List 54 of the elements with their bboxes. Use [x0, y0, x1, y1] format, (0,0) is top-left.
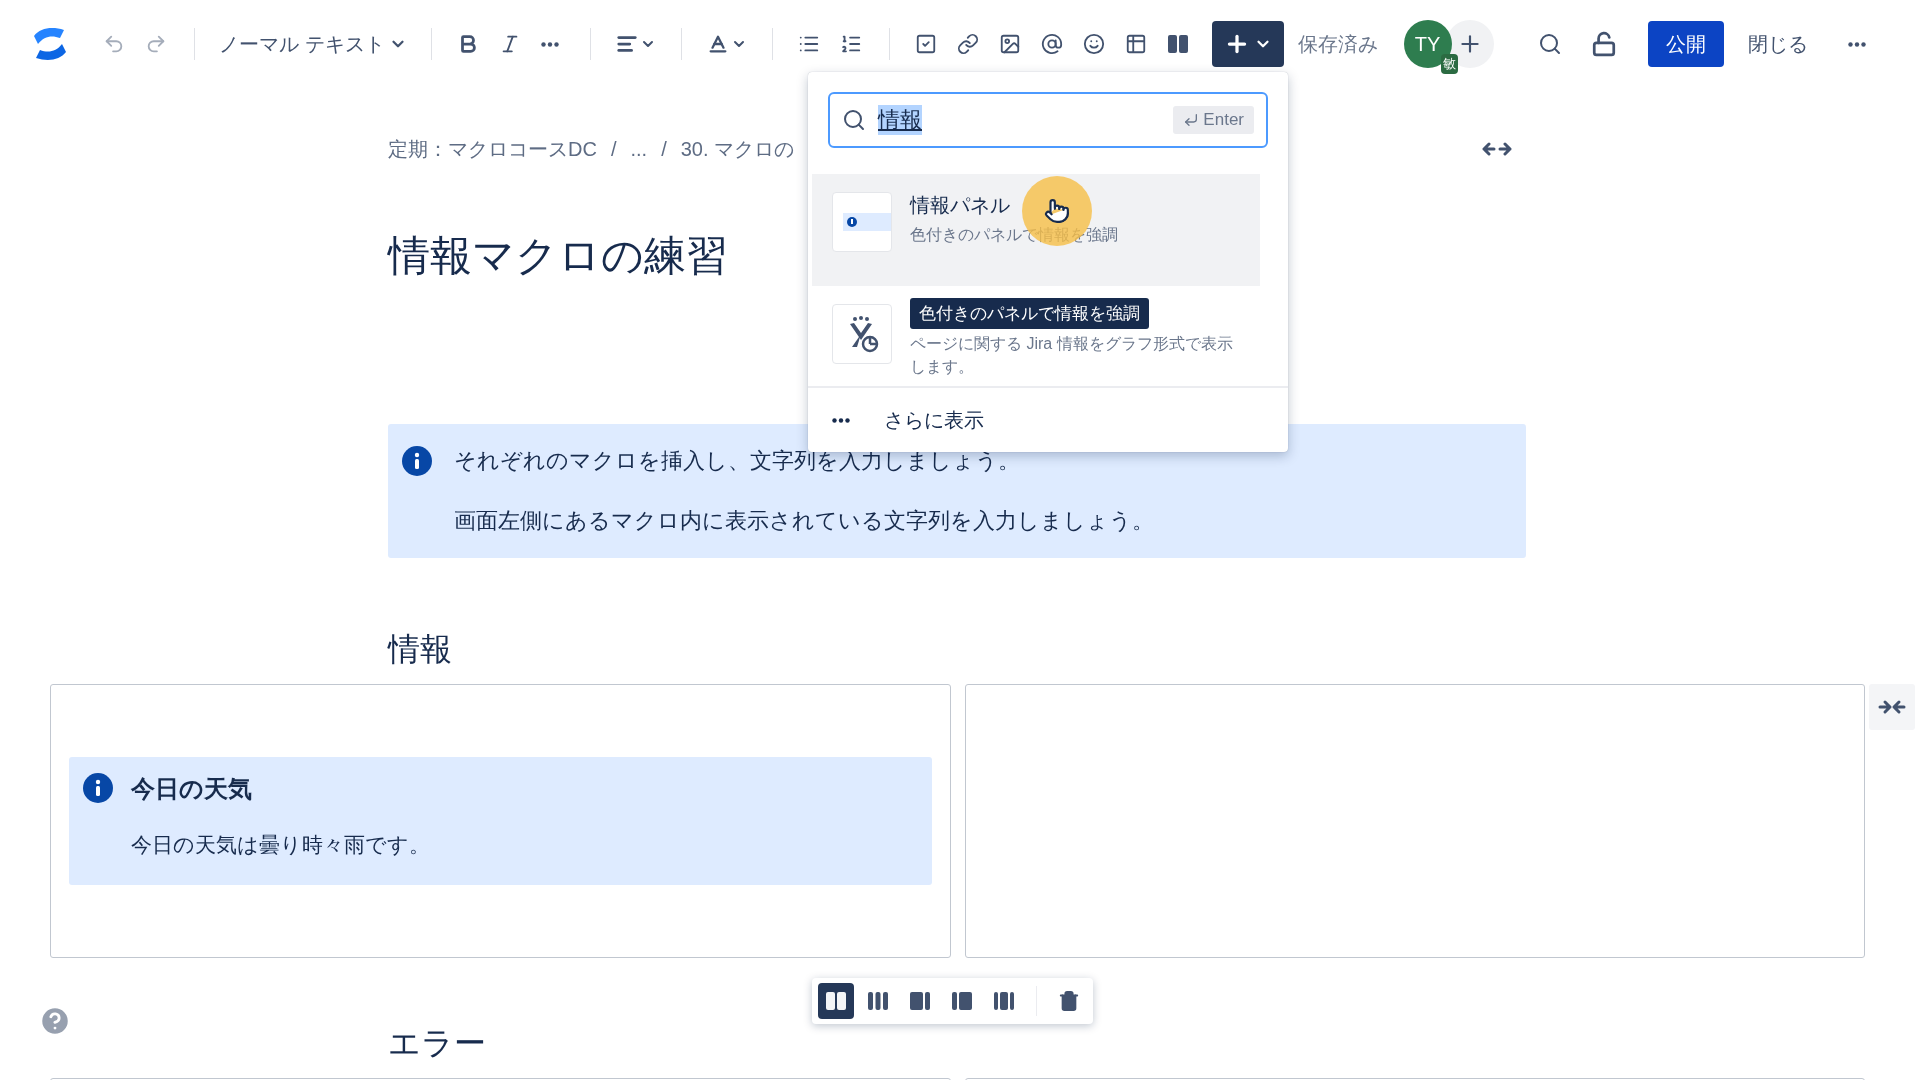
table-icon — [1124, 33, 1147, 55]
trash-icon — [1058, 990, 1080, 1012]
tooltip: 色付きのパネルで情報を強調 — [910, 298, 1149, 329]
layout-icon — [908, 989, 932, 1013]
item-description: ページに関する Jira 情報をグラフ形式で表示します。 — [910, 334, 1234, 378]
link-icon — [956, 33, 979, 55]
breadcrumb-link[interactable]: 30. マクロの — [680, 135, 795, 163]
layout-option[interactable] — [818, 983, 854, 1019]
insert-button[interactable] — [1211, 21, 1284, 67]
undo-icon — [103, 33, 125, 55]
breadcrumb-link[interactable]: 定期：マクロコースDC — [388, 135, 597, 163]
text-style-dropdown[interactable]: ノーマル テキスト — [211, 26, 415, 62]
avatar-badge: 敏 — [1440, 54, 1458, 74]
close-button[interactable]: 閉じる — [1735, 21, 1820, 67]
info-icon — [83, 773, 113, 803]
panel-text: 今日の天気は曇り時々雨です。 — [131, 832, 431, 858]
checkbox-icon — [914, 33, 937, 55]
columns-icon — [1166, 33, 1189, 55]
layout-icon — [824, 989, 848, 1013]
expand-width-icon[interactable] — [1482, 141, 1512, 157]
search-icon — [842, 108, 866, 132]
enter-hint: Enter — [1173, 106, 1254, 134]
align-icon — [615, 33, 638, 55]
panel-title: 今日の天気 — [131, 774, 253, 804]
search-icon — [1537, 32, 1562, 56]
show-more-item[interactable]: さらに表示 — [808, 386, 1288, 452]
return-icon — [1183, 112, 1200, 128]
section-heading: 情報 — [388, 630, 453, 669]
layout-icon — [992, 989, 1016, 1013]
layout-column[interactable]: 今日の天気 今日の天気は曇り時々雨です。 — [50, 684, 951, 958]
info-text: 画面左側にあるマクロ内に表示されている文字列を入力しましょう。 — [454, 507, 1155, 535]
layout-icon — [950, 989, 974, 1013]
page-title[interactable]: 情報マクロの練習 — [388, 228, 728, 284]
breadcrumb-separator: / — [610, 137, 617, 161]
image-icon — [998, 33, 1021, 55]
info-icon — [402, 446, 432, 476]
breadcrumb-link[interactable]: ... — [630, 137, 648, 161]
ellipsis-icon — [832, 417, 850, 423]
ellipsis-icon — [1847, 41, 1866, 47]
at-sign-icon — [1040, 33, 1063, 55]
item-title: 情報パネル — [910, 193, 1011, 218]
arrows-inward-icon — [1878, 699, 1906, 715]
search-field[interactable]: 情報 Enter — [828, 92, 1268, 148]
unlocked-padlock-icon — [1590, 31, 1617, 57]
smiley-icon — [1082, 33, 1105, 55]
save-status: 保存済み — [1297, 31, 1378, 57]
breadcrumb-separator: / — [661, 137, 667, 161]
layout-icon — [866, 989, 890, 1013]
publish-button[interactable]: 公開 — [1647, 21, 1724, 67]
section-heading: エラー — [388, 1024, 487, 1063]
ellipsis-icon — [540, 41, 559, 47]
numbered-list-icon — [839, 33, 862, 55]
redo-icon — [145, 33, 167, 55]
collapse-width-button[interactable] — [1869, 684, 1915, 730]
